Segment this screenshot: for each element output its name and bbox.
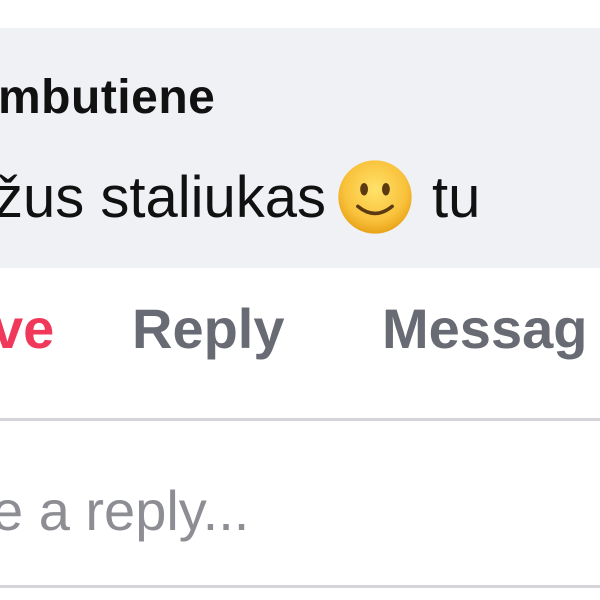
comment-text: žus staliukas tu xyxy=(0,158,480,236)
reply-input[interactable] xyxy=(0,470,592,550)
reply-button[interactable]: Reply xyxy=(132,296,285,361)
divider xyxy=(0,418,600,421)
comment-actions: ve Reply Messag xyxy=(0,296,600,366)
comment-body: žus staliukas xyxy=(0,164,327,230)
divider xyxy=(0,585,600,588)
comment-thread-view: mbutiene žus staliukas tu ve Reply Messa… xyxy=(0,0,600,600)
message-button[interactable]: Messag xyxy=(382,296,587,361)
love-button[interactable]: ve xyxy=(0,296,54,361)
comment-author-name[interactable]: mbutiene xyxy=(0,70,215,125)
comment-body-continued: tu xyxy=(432,164,481,230)
slightly-smiling-face-icon xyxy=(338,160,412,234)
